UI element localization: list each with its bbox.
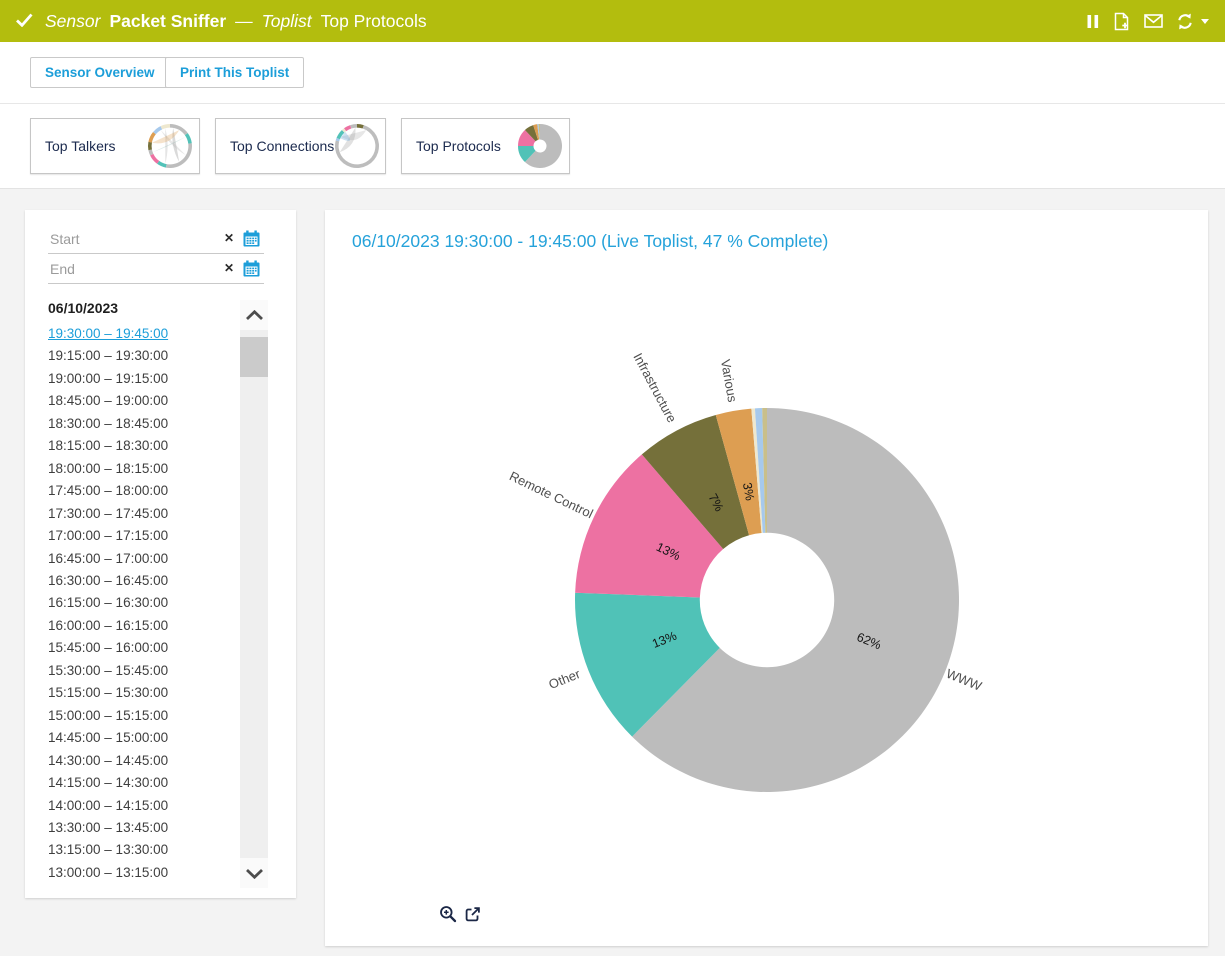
page-title: Top Protocols: [321, 11, 427, 32]
status-check-icon: [16, 11, 33, 32]
zoom-in-icon[interactable]: [439, 905, 457, 923]
toolbar: Sensor Overview Print This Toplist: [0, 42, 1225, 104]
timelist-item[interactable]: 17:30:00 – 17:45:00: [48, 503, 240, 525]
clear-start-icon[interactable]: ✕: [224, 231, 234, 245]
timelist-item[interactable]: 14:45:00 – 15:00:00: [48, 727, 240, 749]
clear-end-icon[interactable]: ✕: [224, 261, 234, 275]
end-date-row: ✕: [48, 254, 264, 284]
breadcrumb-separator: —: [235, 11, 253, 32]
breadcrumb: Sensor Packet Sniffer — Toplist Top Prot…: [16, 11, 427, 32]
tab-top-protocols[interactable]: Top Protocols: [401, 118, 570, 174]
ring-segment: [350, 124, 357, 129]
donut-chart-icon: [517, 123, 563, 169]
tab-top-talkers[interactable]: Top Talkers: [30, 118, 200, 174]
timelist-item[interactable]: 19:00:00 – 19:15:00: [48, 368, 240, 390]
timelist-item[interactable]: 18:30:00 – 18:45:00: [48, 413, 240, 435]
add-report-icon[interactable]: [1112, 12, 1131, 31]
timelist-item[interactable]: 16:00:00 – 16:15:00: [48, 615, 240, 637]
tab-label: Top Connections: [230, 138, 334, 154]
open-external-icon[interactable]: [464, 906, 481, 923]
sensor-name-link[interactable]: Packet Sniffer: [109, 11, 226, 32]
scroll-down-icon[interactable]: [240, 858, 268, 888]
tab-label: Top Protocols: [416, 138, 501, 154]
pause-icon[interactable]: [1087, 14, 1099, 29]
breadcrumb-kind-sensor: Sensor: [45, 11, 100, 32]
timelist-item[interactable]: 13:30:00 – 13:45:00: [48, 817, 240, 839]
timelist-item[interactable]: 16:45:00 – 17:00:00: [48, 548, 240, 570]
prtg-toplist-page: Sensor Packet Sniffer — Toplist Top Prot…: [0, 0, 1225, 956]
timelist-item[interactable]: 14:15:00 – 14:30:00: [48, 772, 240, 794]
interval-items: 19:30:00 – 19:45:0019:15:00 – 19:30:0019…: [48, 323, 240, 884]
timelist-item-selected[interactable]: 19:30:00 – 19:45:00: [48, 323, 240, 345]
timelist-item[interactable]: 15:00:00 – 15:15:00: [48, 705, 240, 727]
timelist-item[interactable]: 16:30:00 – 16:45:00: [48, 570, 240, 592]
end-date-input[interactable]: [48, 254, 198, 281]
timelist-item[interactable]: 14:30:00 – 14:45:00: [48, 750, 240, 772]
timelist-item[interactable]: 18:00:00 – 18:15:00: [48, 458, 240, 480]
toplist-interval-title: 06/10/2023 19:30:00 - 19:45:00 (Live Top…: [352, 231, 828, 252]
top-protocols-donut-chart: 62%WWW13%Other13%Remote Control7%Infrast…: [440, 338, 1100, 868]
dropdown-caret-icon[interactable]: [1207, 19, 1209, 24]
timelist-item[interactable]: 17:45:00 – 18:00:00: [48, 480, 240, 502]
ring-segment: [166, 143, 192, 168]
timelist-item[interactable]: 14:00:00 – 14:15:00: [48, 795, 240, 817]
chart-footer: [439, 905, 481, 923]
calendar-icon[interactable]: [243, 230, 260, 252]
timelist-item[interactable]: 13:00:00 – 13:15:00: [48, 862, 240, 884]
ring-segment: [185, 133, 192, 144]
timelist-item[interactable]: 16:15:00 – 16:30:00: [48, 592, 240, 614]
start-date-input[interactable]: [48, 224, 198, 251]
chord-diagram-icon: [334, 123, 380, 169]
sensor-overview-button[interactable]: Sensor Overview: [30, 57, 170, 88]
ring-segment: [150, 154, 159, 164]
toplist-chart-panel: 06/10/2023 19:30:00 - 19:45:00 (Live Top…: [325, 210, 1208, 946]
header-actions: [1087, 12, 1209, 31]
calendar-icon[interactable]: [243, 260, 260, 282]
breadcrumb-kind-toplist: Toplist: [262, 11, 312, 32]
toplist-tabs: Top Talkers Top Connections Top Protocol…: [0, 104, 1225, 189]
print-toplist-button[interactable]: Print This Toplist: [165, 57, 304, 88]
interval-list-scrollbar: [240, 300, 268, 888]
tab-label: Top Talkers: [45, 138, 116, 154]
pie-slice-label: Remote Control: [507, 468, 596, 521]
ring-segment: [148, 132, 155, 143]
ring-segment: [357, 124, 364, 129]
timelist-item[interactable]: 18:15:00 – 18:30:00: [48, 435, 240, 457]
interval-list: 06/10/2023 19:30:00 – 19:45:0019:15:00 –…: [48, 300, 240, 884]
pie-slice-label: Other: [547, 666, 583, 692]
ring-segment: [157, 161, 166, 168]
scroll-up-icon[interactable]: [240, 300, 268, 330]
tab-top-connections[interactable]: Top Connections: [215, 118, 386, 174]
email-icon[interactable]: [1144, 14, 1163, 28]
timelist-item[interactable]: 15:30:00 – 15:45:00: [48, 660, 240, 682]
timelist-item[interactable]: 19:15:00 – 19:30:00: [48, 345, 240, 367]
pie-slice-label: Various: [718, 358, 740, 404]
timelist-item[interactable]: 18:45:00 – 19:00:00: [48, 390, 240, 412]
timelist-item[interactable]: 13:15:00 – 13:30:00: [48, 839, 240, 861]
time-filter-panel: ✕ ✕: [25, 210, 296, 898]
pie-slice-label: WWW: [944, 666, 984, 694]
timelist-item[interactable]: 15:15:00 – 15:30:00: [48, 682, 240, 704]
start-date-row: ✕: [48, 224, 264, 254]
refresh-icon[interactable]: [1176, 13, 1194, 30]
ring-segment: [153, 126, 162, 134]
timelist-item[interactable]: 17:00:00 – 17:15:00: [48, 525, 240, 547]
scrollbar-thumb[interactable]: [240, 337, 268, 377]
page-header: Sensor Packet Sniffer — Toplist Top Prot…: [0, 0, 1225, 42]
chord-diagram-icon: [147, 123, 193, 169]
ring-segment: [148, 142, 152, 150]
timelist-item[interactable]: 15:45:00 – 16:00:00: [48, 637, 240, 659]
pie-slice-label: Infrastructure: [630, 350, 679, 425]
interval-list-date: 06/10/2023: [48, 300, 240, 316]
